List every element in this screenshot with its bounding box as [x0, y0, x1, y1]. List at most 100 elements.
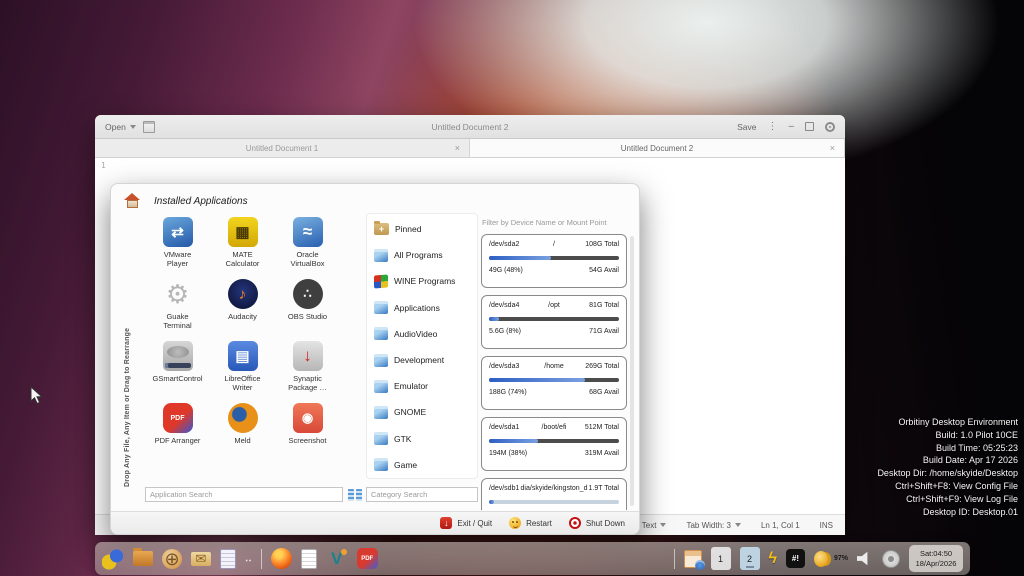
firefox-icon[interactable] [271, 548, 292, 569]
disk-filter-placeholder[interactable]: Filter by Device Name or Mount Point [482, 218, 607, 227]
usage-bar [489, 256, 619, 260]
system-monitor-icon[interactable] [882, 550, 900, 568]
category-item-gnome[interactable]: GNOME [367, 399, 477, 425]
usage-bar [489, 317, 619, 321]
app-item-mate-calculator[interactable]: ▦ MATECalculator [210, 213, 275, 275]
editor-titlebar[interactable]: Open Untitled Document 2 Save ⋮ – [95, 115, 845, 139]
maximize-button[interactable] [805, 122, 814, 131]
clock[interactable]: Sat:04:50 18/Apr/2026 [909, 545, 963, 572]
drop-hint-label: Drop Any File, Any Item or Drag to Rearr… [124, 328, 131, 487]
category-item-wine-programs[interactable]: WINE Programs [367, 268, 477, 294]
app-grid: ⇄ VMwarePlayer ▦ MATECalculator ≈ Oracle… [145, 213, 340, 461]
app-grid-icon[interactable] [684, 550, 702, 568]
cube-icon [374, 301, 388, 314]
category-item-emulator[interactable]: Emulator [367, 373, 477, 399]
category-item-audiovideo[interactable]: AudioVideo [367, 321, 477, 347]
disk-card-sda2: /dev/sda2/108G Total 49G (48%)54G Avail [481, 234, 627, 288]
shutdown-button[interactable]: Shut Down [569, 517, 625, 529]
tab-width-selector[interactable]: Tab Width: 3 [686, 521, 740, 530]
menu-kebab-icon[interactable]: ⋮ [767, 121, 777, 132]
disk-list-scrollbar[interactable] [630, 236, 634, 506]
launcher-title: Installed Applications [154, 196, 248, 207]
app-item-meld[interactable]: Meld [210, 399, 275, 461]
vmware-player-icon: ⇄ [163, 217, 193, 247]
category-item-applications[interactable]: Applications [367, 295, 477, 321]
info-line: Orbitiny Desktop Environment [877, 416, 1018, 429]
window-title: Untitled Document 2 [95, 122, 845, 132]
text-editor-icon[interactable] [220, 549, 236, 569]
app-item-vmware-player[interactable]: ⇄ VMwarePlayer [145, 213, 210, 275]
overflow-icon[interactable]: ‥ [245, 553, 252, 564]
file-manager-icon[interactable] [133, 551, 153, 566]
screenshot-icon: ◉ [293, 403, 323, 433]
document-icon[interactable] [301, 549, 317, 569]
tab-close-icon[interactable]: × [455, 143, 460, 153]
category-item-pinned[interactable]: Pinned [367, 216, 477, 242]
cube-icon [374, 406, 388, 419]
volume-icon[interactable] [857, 551, 873, 567]
usage-bar [489, 500, 619, 504]
tab-untitled-document-1[interactable]: Untitled Document 1 × [95, 139, 470, 157]
app-item-oracle-virtualbox[interactable]: ≈ OracleVirtualBox [275, 213, 340, 275]
battery-indicator[interactable]: 97% [814, 551, 848, 567]
line-number: 1 [101, 161, 106, 170]
disk-card-sdb1: /dev/sdb1dia/skyide/kingston_d1.9T Total [481, 478, 627, 510]
terminal-hashbang-icon[interactable]: #! [786, 549, 805, 568]
desktop-build-info: Orbitiny Desktop Environment Build: 1.0 … [877, 416, 1018, 518]
mouse-cursor [30, 386, 44, 406]
restart-button[interactable]: Restart [509, 517, 552, 529]
virtualbox-icon: ≈ [293, 217, 323, 247]
cube-icon [374, 327, 388, 340]
power-icon [569, 517, 581, 529]
ide-icon[interactable]: V [326, 548, 348, 570]
view-toggle-icon[interactable] [348, 489, 362, 501]
home-icon [124, 193, 141, 208]
app-launcher-icon[interactable] [102, 548, 124, 570]
app-item-synaptic[interactable]: ↓ SynapticPackage … [275, 337, 340, 399]
close-button[interactable] [825, 122, 835, 132]
app-item-obs-studio[interactable]: ∴ OBS Studio [275, 275, 340, 337]
cursor-position: Ln 1, Col 1 [761, 521, 800, 530]
web-browser-icon[interactable]: ⊕ [162, 549, 182, 569]
application-search-input[interactable] [145, 487, 343, 502]
category-item-all-programs[interactable]: All Programs [367, 242, 477, 268]
tab-close-icon[interactable]: × [830, 143, 835, 153]
info-line: Ctrl+Shift+F9: View Log File [877, 493, 1018, 506]
app-item-gsmartcontrol[interactable]: GSmartControl [145, 337, 210, 399]
exit-quit-button[interactable]: ↓ Exit / Quit [440, 517, 492, 529]
desktop-wallpaper: Orbitiny Desktop Environment Build: 1.0 … [0, 0, 1024, 576]
mail-icon[interactable]: ✉ [191, 552, 211, 566]
app-item-audacity[interactable]: ♪ Audacity [210, 275, 275, 337]
app-item-screenshot[interactable]: ◉ Screenshot [275, 399, 340, 461]
open-button[interactable]: Open [105, 122, 136, 132]
category-item-development[interactable]: Development [367, 347, 477, 373]
disk-card-sda4: /dev/sda4/opt81G Total 5.6G (8%)71G Avai… [481, 295, 627, 349]
save-button[interactable]: Save [737, 122, 756, 132]
tab-untitled-document-2[interactable]: Untitled Document 2 × [470, 139, 845, 157]
app-item-pdf-arranger[interactable]: PDF PDF Arranger [145, 399, 210, 461]
launcher-action-bar: ↓ Exit / Quit Restart Shut Down [111, 511, 639, 534]
workspace-1-button[interactable]: 1 [711, 547, 731, 570]
libreoffice-writer-icon: ▤ [228, 341, 258, 371]
taskbar: ⊕ ✉ ‥ V PDF 1 2 ϟ #! 97% Sat:04:50 18/Ap… [95, 542, 970, 575]
minimize-button[interactable]: – [788, 124, 794, 130]
usage-bar [489, 378, 619, 382]
category-search-input[interactable] [366, 487, 478, 502]
category-item-game[interactable]: Game [367, 452, 477, 478]
battery-percent: 97% [834, 555, 848, 562]
power-profile-icon[interactable]: ϟ [769, 550, 777, 568]
meld-icon [228, 403, 258, 433]
workspace-2-button[interactable]: 2 [740, 547, 760, 570]
gsmartcontrol-icon [163, 341, 193, 371]
chevron-down-icon [735, 523, 741, 527]
cube-icon [374, 432, 388, 445]
pdf-viewer-icon[interactable]: PDF [357, 548, 378, 569]
installed-applications-window: Installed Applications Drop Any File, An… [110, 183, 640, 535]
info-line: Desktop Dir: /home/skyide/Desktop [877, 467, 1018, 480]
app-item-libreoffice-writer[interactable]: ▤ LibreOfficeWriter [210, 337, 275, 399]
app-item-guake-terminal[interactable]: ⚙ GuakeTerminal [145, 275, 210, 337]
pinned-folder-icon [374, 223, 389, 235]
new-document-icon[interactable] [143, 121, 155, 133]
disk-usage-list: /dev/sda2/108G Total 49G (48%)54G Avail … [481, 234, 627, 510]
category-item-gtk[interactable]: GTK [367, 426, 477, 452]
